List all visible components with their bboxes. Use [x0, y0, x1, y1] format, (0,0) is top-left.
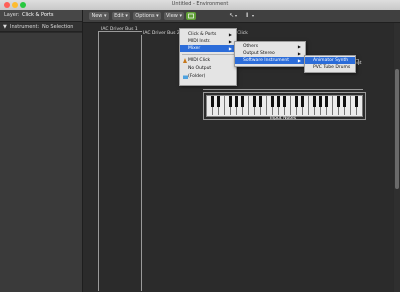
- layer-label: Layer:: [4, 12, 20, 18]
- menu-separator: [182, 54, 234, 55]
- black-key[interactable]: [217, 96, 220, 107]
- black-key[interactable]: [229, 96, 232, 107]
- pointer-tool-icon[interactable]: ↖: [229, 12, 234, 20]
- keyboard-label: Input Notes: [270, 116, 297, 121]
- submenu-arrow-icon: ▶: [228, 39, 232, 44]
- black-key[interactable]: [295, 96, 298, 107]
- folder-icon: [183, 75, 188, 79]
- black-key[interactable]: [355, 96, 358, 107]
- edit-menu-button[interactable]: Edit ▾: [112, 12, 130, 20]
- chevron-down-icon[interactable]: ▾: [252, 12, 254, 20]
- menu-item-click-ports[interactable]: Click & Ports ▶: [180, 31, 236, 38]
- menu-item-mixer[interactable]: Mixer ▶: [180, 45, 236, 52]
- midi-icon: [188, 13, 194, 19]
- submenu-arrow-icon: ▶: [228, 46, 232, 51]
- options-menu-button[interactable]: Options ▾: [133, 12, 161, 20]
- black-key[interactable]: [301, 96, 304, 107]
- keyboard[interactable]: [206, 95, 363, 117]
- black-key[interactable]: [211, 96, 214, 107]
- menu-item-midi-click[interactable]: MIDI Click: [180, 57, 236, 64]
- instrument-label: Instrument:: [10, 23, 40, 30]
- menu-item-folder[interactable]: (Folder): [180, 73, 236, 80]
- menu-item-output-stereo[interactable]: Output Stereo ▶: [235, 50, 305, 57]
- menu-item-animator-synth[interactable]: Animator Synth: [305, 57, 355, 64]
- menu-item-software-instrument[interactable]: Software Instrument ▶: [235, 57, 305, 64]
- text-tool-icon[interactable]: I: [246, 12, 248, 20]
- submenu-arrow-icon: ▶: [297, 51, 301, 56]
- black-key[interactable]: [235, 96, 238, 107]
- vertical-scrollbar[interactable]: [394, 23, 400, 292]
- chevron-down-icon[interactable]: ▾: [235, 12, 237, 20]
- menu-item-no-output[interactable]: No Output: [180, 65, 236, 72]
- black-key[interactable]: [313, 96, 316, 107]
- cable-line: [358, 59, 359, 65]
- toolbar: New ▾ Edit ▾ Options ▾ View ▾ ↖ ▾ I ▾: [83, 10, 400, 23]
- new-menu-button[interactable]: New ▾: [89, 12, 109, 20]
- layer-value: Click & Ports: [22, 12, 54, 18]
- iac-bus-1-object[interactable]: IAC Driver Bus 1: [101, 27, 138, 32]
- menu-item-pvc-tube-drums[interactable]: PVC Tube Drums: [305, 64, 355, 71]
- metronome-icon: [183, 58, 187, 63]
- black-key[interactable]: [283, 96, 286, 107]
- cable-line: [141, 35, 142, 291]
- layer-row[interactable]: Layer: Click & Ports: [0, 10, 82, 22]
- black-key[interactable]: [319, 96, 322, 107]
- submenu-arrow-icon: ▶: [297, 58, 301, 63]
- scrollbar-thumb[interactable]: [395, 69, 399, 189]
- software-instrument-submenu: Animator Synth PVC Tube Drums: [304, 55, 356, 73]
- black-key[interactable]: [241, 96, 244, 107]
- mixer-submenu: Others ▶ Output Stereo ▶ Software Instrume…: [234, 41, 306, 67]
- midi-out-button[interactable]: [186, 12, 196, 20]
- submenu-arrow-icon: ▶: [228, 32, 232, 37]
- inspector-panel: Layer: Click & Ports ▼ Instrument: No Se…: [0, 10, 83, 292]
- divider: [0, 32, 82, 33]
- view-menu-button[interactable]: View ▾: [164, 12, 184, 20]
- window-title: Untitled - Environment: [171, 1, 229, 7]
- cable-line: [203, 89, 363, 90]
- black-key[interactable]: [253, 96, 256, 107]
- new-object-menu: Click & Ports ▶ MIDI Instr. ▶ Mixer ▶ MIDI …: [179, 28, 237, 86]
- black-key[interactable]: [325, 96, 328, 107]
- black-key[interactable]: [271, 96, 274, 107]
- menu-item-midi-instr[interactable]: MIDI Instr. ▶: [180, 38, 236, 45]
- instrument-row[interactable]: ▼ Instrument: No Selection: [0, 22, 82, 32]
- black-key[interactable]: [277, 96, 280, 107]
- black-key[interactable]: [259, 96, 262, 107]
- black-key[interactable]: [343, 96, 346, 107]
- iac-bus-2-object[interactable]: IAC Driver Bus 2: [143, 31, 180, 36]
- black-key[interactable]: [337, 96, 340, 107]
- instrument-value: No Selection: [42, 23, 74, 30]
- submenu-arrow-icon: ▶: [297, 44, 301, 49]
- disclosure-triangle-icon[interactable]: ▼: [3, 24, 7, 30]
- cable-line: [98, 31, 99, 291]
- menu-item-others[interactable]: Others ▶: [235, 43, 305, 50]
